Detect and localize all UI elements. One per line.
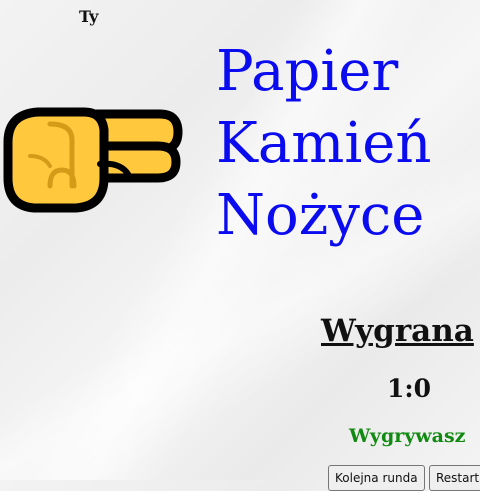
status-message: Wygrywasz (349, 425, 466, 447)
title-line-scissors: Nożyce (216, 183, 425, 248)
restart-button[interactable]: Restart (429, 465, 480, 491)
score: 1:0 (387, 374, 432, 403)
title-line-rock: Kamień (216, 111, 432, 176)
game-title: Papier Kamień Nożyce (216, 36, 431, 252)
player-label: Ty (79, 7, 99, 26)
title-line-paper: Papier (216, 39, 399, 104)
next-round-button[interactable]: Kolejna runda (328, 465, 425, 491)
result-heading: Wygrana (321, 313, 474, 349)
pointing-hand-icon (3, 107, 183, 213)
